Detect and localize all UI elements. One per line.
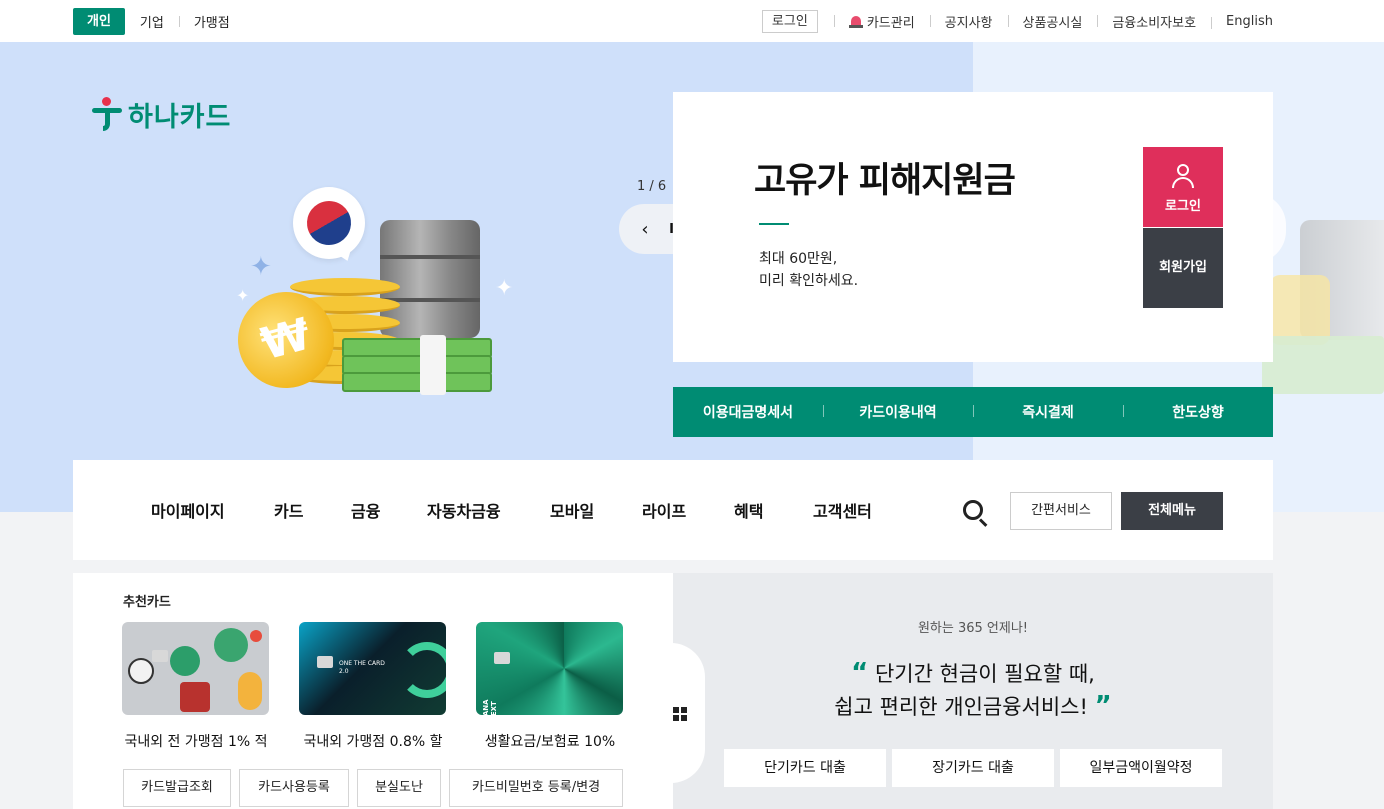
login-tile-label: 로그인: [1165, 199, 1201, 214]
hero-banner-card[interactable]: 고유가 피해지원금 최대 60만원, 미리 확인하세요. 로그인 회원가입: [673, 92, 1273, 362]
personal-finance-section: 원하는 365 언제나! “ 단기간 현금이 필요할 때, 쉽고 편리한 개인금…: [671, 573, 1273, 809]
chevron-left-icon[interactable]: ‹: [641, 219, 648, 240]
join-tile-button[interactable]: 회원가입: [1143, 228, 1223, 308]
all-menu-button[interactable]: 전체메뉴: [1121, 492, 1223, 530]
logo-text: 하나카드: [128, 102, 232, 133]
tab-business[interactable]: 기업: [125, 12, 179, 31]
sparkle-icon: ✦: [495, 276, 514, 301]
card-service-buttons: 카드발급조회 카드사용등록 분실도난 카드비밀번호 등록/변경: [123, 769, 623, 807]
english-link[interactable]: English: [1211, 14, 1273, 29]
top-utility-bar: 개인 기업 가맹점 로그인 카드관리 공지사항 상품공시실 금융소비자보호 En…: [0, 0, 1384, 42]
statement-link[interactable]: 이용대금명세서: [673, 402, 823, 422]
nav-mypage[interactable]: 마이페이지: [151, 498, 225, 522]
loan-headline-line: 단기간 현금이 필요할 때,: [874, 662, 1095, 686]
banner-description: 최대 60만원, 미리 확인하세요.: [759, 248, 858, 292]
siren-icon: [848, 15, 863, 28]
long-term-loan-button[interactable]: 장기카드 대출: [892, 749, 1054, 787]
sparkle-icon: ✦: [236, 286, 250, 305]
loan-subtitle: 원하는 365 언제나!: [917, 621, 1029, 636]
card-registration-button[interactable]: 카드사용등록: [239, 769, 349, 807]
card-brand-text: ONE THE CARD 2.0: [339, 660, 385, 675]
notice-link[interactable]: 공지사항: [929, 12, 1008, 31]
consumer-protection-link[interactable]: 금융소비자보호: [1097, 12, 1211, 31]
top-login-button[interactable]: 로그인: [761, 10, 818, 33]
product-disclosure-link[interactable]: 상품공시실: [1007, 12, 1098, 31]
usage-history-link[interactable]: 카드이용내역: [823, 402, 973, 422]
card-label: 국내외 가맹점 0.8% 할: [303, 734, 443, 750]
section-title: 추천카드: [123, 595, 171, 610]
speech-bubble: [293, 187, 365, 259]
card-image-hana-next[interactable]: HANA NEXT: [476, 622, 623, 715]
banner-divider: [759, 223, 789, 225]
instant-payment-link[interactable]: 즉시결제: [973, 402, 1123, 422]
quick-links-bar: 이용대금명세서 카드이용내역 즉시결제 한도상향: [673, 387, 1273, 437]
easy-service-button[interactable]: 간편서비스: [1010, 492, 1112, 530]
taegeuk-icon: [298, 192, 360, 254]
login-tile-button[interactable]: 로그인: [1143, 147, 1223, 227]
card-image-one-the-card[interactable]: ONE THE CARD 2.0: [299, 622, 446, 715]
nav-customer-center[interactable]: 고객센터: [813, 498, 872, 522]
card-brand-text: HANA NEXT: [482, 699, 498, 715]
banner-desc-line: 미리 확인하세요.: [759, 273, 859, 289]
card-management-link[interactable]: 카드관리: [833, 12, 930, 31]
banner-title: 고유가 피해지원금: [754, 161, 1016, 201]
preview-coins-illustration: [1270, 275, 1330, 345]
sparkle-icon: ✦: [250, 252, 272, 282]
loan-headline-line: 쉽고 편리한 개인금융서비스!: [834, 695, 1088, 719]
hana-card-logo[interactable]: 하나카드: [92, 95, 231, 134]
hana-logo-icon: [92, 96, 122, 133]
card-management-label: 카드관리: [866, 16, 915, 31]
nav-life[interactable]: 라이프: [642, 498, 686, 522]
banner-desc-line: 최대 60만원,: [759, 251, 838, 267]
close-quote-icon: ”: [1094, 691, 1112, 721]
nav-card[interactable]: 카드: [274, 498, 303, 522]
nav-finance[interactable]: 금융: [351, 498, 380, 522]
oil-price-illustration: ₩ ✦ ✦ ✦: [227, 180, 530, 410]
open-quote-icon: “: [851, 658, 869, 688]
nav-auto-finance[interactable]: 자동차금융: [427, 498, 501, 522]
card-label: 생활요금/보험료 10%: [484, 734, 616, 750]
user-icon: [1171, 164, 1195, 188]
card-label: 국내외 전 가맹점 1% 적: [124, 734, 268, 750]
nav-benefits[interactable]: 혜택: [734, 498, 763, 522]
search-icon[interactable]: [963, 500, 989, 527]
loan-buttons: 단기카드 대출 장기카드 대출 일부금액이월약정: [724, 749, 1222, 787]
tab-personal[interactable]: 개인: [73, 8, 125, 35]
card-issue-inquiry-button[interactable]: 카드발급조회: [123, 769, 231, 807]
limit-increase-link[interactable]: 한도상향: [1123, 402, 1273, 422]
tab-merchant[interactable]: 가맹점: [178, 12, 245, 31]
revolving-agreement-button[interactable]: 일부금액이월약정: [1060, 749, 1222, 787]
customer-segment-tabs: 개인 기업 가맹점: [73, 8, 245, 35]
recommended-cards-section: 추천카드 ONE THE CARD 2.0 HANA NEXT 국내외 전 가맹…: [73, 573, 673, 809]
main-navigation: 마이페이지 카드 금융 자동차금융 모바일 라이프 혜택 고객센터 간편서비스 …: [73, 460, 1273, 560]
lost-stolen-button[interactable]: 분실도난: [357, 769, 441, 807]
utility-links: 로그인 카드관리 공지사항 상품공시실 금융소비자보호 English: [761, 10, 1273, 33]
slide-counter: 1 / 6: [637, 179, 667, 194]
nav-mobile[interactable]: 모바일: [550, 498, 594, 522]
short-term-loan-button[interactable]: 단기카드 대출: [724, 749, 886, 787]
loan-headline: “ 단기간 현금이 필요할 때, 쉽고 편리한 개인금융서비스! ”: [673, 657, 1273, 723]
preview-cash-illustration: [1262, 336, 1384, 394]
card-pin-button[interactable]: 카드비밀번호 등록/변경: [449, 769, 623, 807]
card-image-travlog[interactable]: [122, 622, 269, 715]
